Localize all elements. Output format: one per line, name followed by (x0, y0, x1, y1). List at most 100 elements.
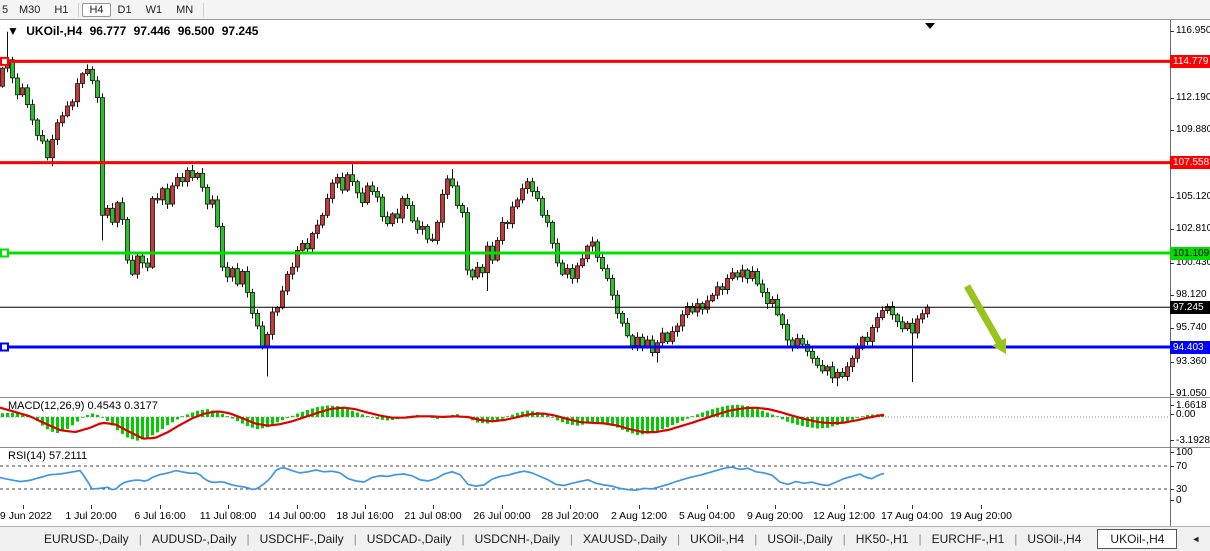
candle (406, 199, 410, 206)
tab-usdcad-daily[interactable]: USDCAD-,Daily (361, 530, 458, 548)
candlestick-series (1, 32, 930, 387)
tab-active-ukoil-h4[interactable]: UKOil-,H4 (1097, 529, 1177, 549)
time-tick (433, 505, 434, 509)
price-tick-label: 98.120 (1176, 289, 1210, 300)
down-arrow-annotation[interactable] (967, 286, 1001, 345)
timeframe-toolbar: 5M30H1 H4D1W1MN (0, 0, 1210, 20)
price-badge-101.109: 101.109 (1170, 247, 1210, 260)
timeframe-button-m30[interactable]: M30 (12, 3, 47, 17)
candle (16, 78, 20, 95)
last-bar-marker-icon (925, 23, 935, 29)
candle (341, 178, 345, 191)
candle (286, 274, 290, 291)
price-tick (1170, 31, 1174, 32)
rsi-label: RSI(14) 57.2111 (8, 450, 87, 462)
candle (516, 200, 520, 207)
price-tick (1170, 394, 1174, 395)
candle (621, 313, 625, 323)
candle (721, 287, 725, 290)
hline-handle[interactable] (1, 58, 8, 65)
candle (266, 334, 270, 347)
collapse-triangle-icon[interactable]: ▼ (7, 24, 19, 38)
time-label: 19 Aug 20:00 (950, 510, 1012, 522)
price-badge-97.245: 97.245 (1170, 301, 1210, 314)
candle (836, 372, 840, 378)
timeframe-button-h1[interactable]: H1 (47, 3, 75, 17)
candle (511, 207, 515, 224)
tab-xauusd-daily[interactable]: XAUUSD-,Daily (577, 530, 673, 548)
candle (316, 225, 320, 233)
candle (376, 192, 380, 198)
tab-scroll-arrows[interactable]: ◄ ► (1191, 534, 1210, 544)
candle (336, 178, 340, 184)
candle (736, 273, 740, 277)
candle (761, 284, 765, 292)
tab-usoil-daily[interactable]: USOil-,Daily (761, 530, 838, 548)
ohlc-open: 96.777 (90, 24, 127, 38)
candle (916, 319, 920, 333)
candle (856, 349, 860, 359)
candle (696, 304, 700, 312)
tab-usdchf-daily[interactable]: USDCHF-,Daily (254, 530, 350, 548)
candle (821, 365, 825, 371)
candle (576, 266, 580, 279)
candle (906, 323, 910, 329)
price-tick-label: 91.050 (1176, 388, 1210, 399)
candle (391, 214, 395, 224)
time-tick (365, 505, 366, 509)
candle (706, 301, 710, 309)
candle (426, 227, 430, 240)
candle (106, 208, 110, 215)
macd-axis-tick (1170, 414, 1174, 415)
tab-divider: | (570, 532, 573, 546)
tab-divider: | (461, 532, 464, 546)
hline-handle[interactable] (1, 250, 8, 257)
tab-ukoil-h4[interactable]: UKOil-,H4 (684, 530, 750, 548)
candle (41, 135, 45, 141)
candle (171, 186, 175, 204)
macd-indicator-pane[interactable] (0, 398, 1170, 447)
candle (111, 208, 115, 222)
price-tick (1170, 295, 1174, 296)
candle (871, 327, 875, 341)
candle (206, 187, 210, 204)
timeframe-button-h4[interactable]: H4 (82, 3, 110, 17)
price-tick-label: 95.740 (1176, 322, 1210, 333)
tab-audusd-daily[interactable]: AUDUSD-,Daily (146, 530, 243, 548)
timeframe-button-5[interactable]: 5 (0, 3, 12, 17)
timeframe-button-w1[interactable]: W1 (139, 3, 170, 17)
candle (281, 291, 285, 308)
time-tick (912, 505, 913, 509)
candle (441, 194, 445, 222)
tab-hk50-h1[interactable]: HK50-,H1 (850, 530, 915, 548)
tab-eurchf-h1[interactable]: EURCHF-,H1 (926, 530, 1011, 548)
candle (881, 311, 885, 318)
candle (61, 116, 65, 123)
tab-usoil-h4[interactable]: USOil-,H4 (1021, 530, 1087, 548)
timeframe-button-d1[interactable]: D1 (111, 3, 139, 17)
candle (561, 263, 565, 274)
candle (431, 239, 435, 240)
price-chart-pane[interactable] (0, 20, 1170, 397)
candle (101, 98, 105, 216)
candle (176, 178, 180, 186)
rsi-axis-tick (1170, 500, 1174, 501)
candle (476, 267, 480, 277)
hline-handle[interactable] (1, 344, 8, 351)
candle (896, 315, 900, 322)
price-tick-label: 105.120 (1176, 191, 1210, 202)
candle (596, 242, 600, 257)
time-axis[interactable]: 29 Jun 20221 Jul 20:006 Jul 16:0011 Jul … (0, 505, 1170, 526)
candle (676, 326, 680, 332)
candle (566, 269, 570, 275)
rsi-indicator-pane[interactable] (0, 448, 1170, 505)
candle (921, 314, 925, 319)
price-tick-label: 112.190 (1176, 92, 1210, 103)
chart-symbol-label: UKOil-,H4 (26, 24, 82, 38)
timeframe-button-mn[interactable]: MN (169, 3, 200, 17)
price-tick (1170, 229, 1174, 230)
candle (846, 367, 850, 377)
tab-usdcnh-daily[interactable]: USDCNH-,Daily (469, 530, 566, 548)
tab-eurusd-daily[interactable]: EURUSD-,Daily (38, 530, 135, 548)
macd-axis-tick (1170, 405, 1174, 406)
